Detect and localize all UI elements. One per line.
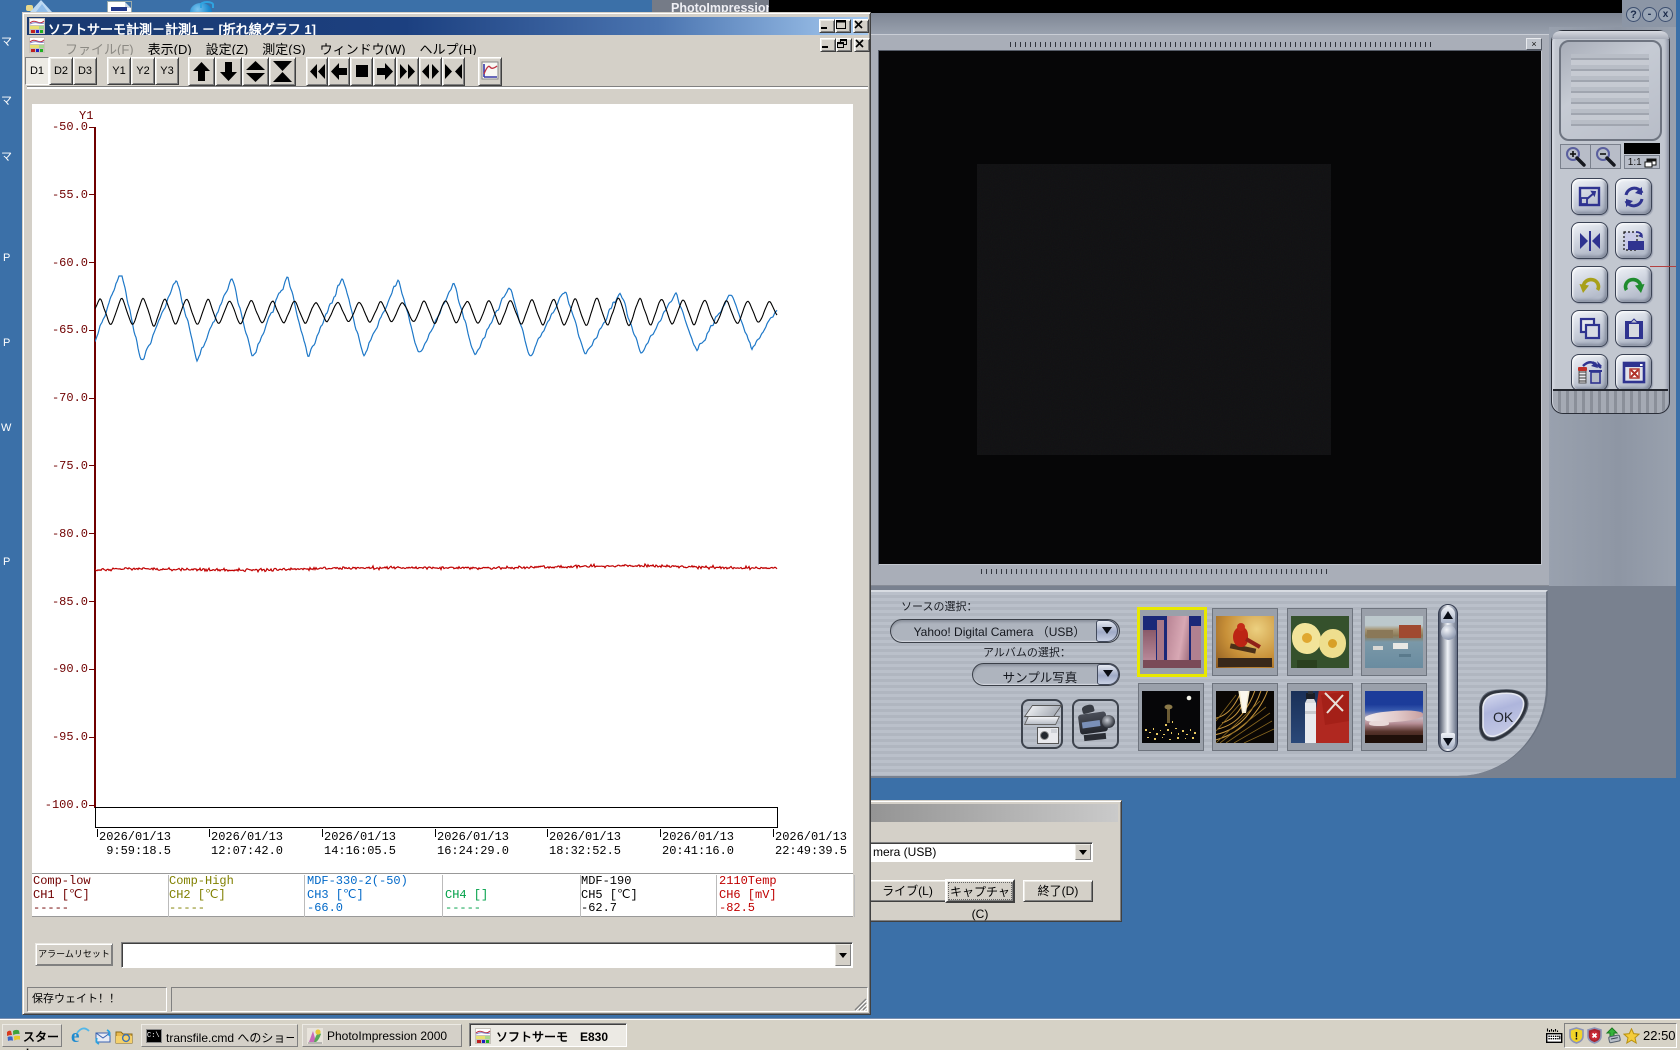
svg-text:!: !	[1575, 1031, 1579, 1043]
svg-text:OK: OK	[1493, 709, 1514, 725]
